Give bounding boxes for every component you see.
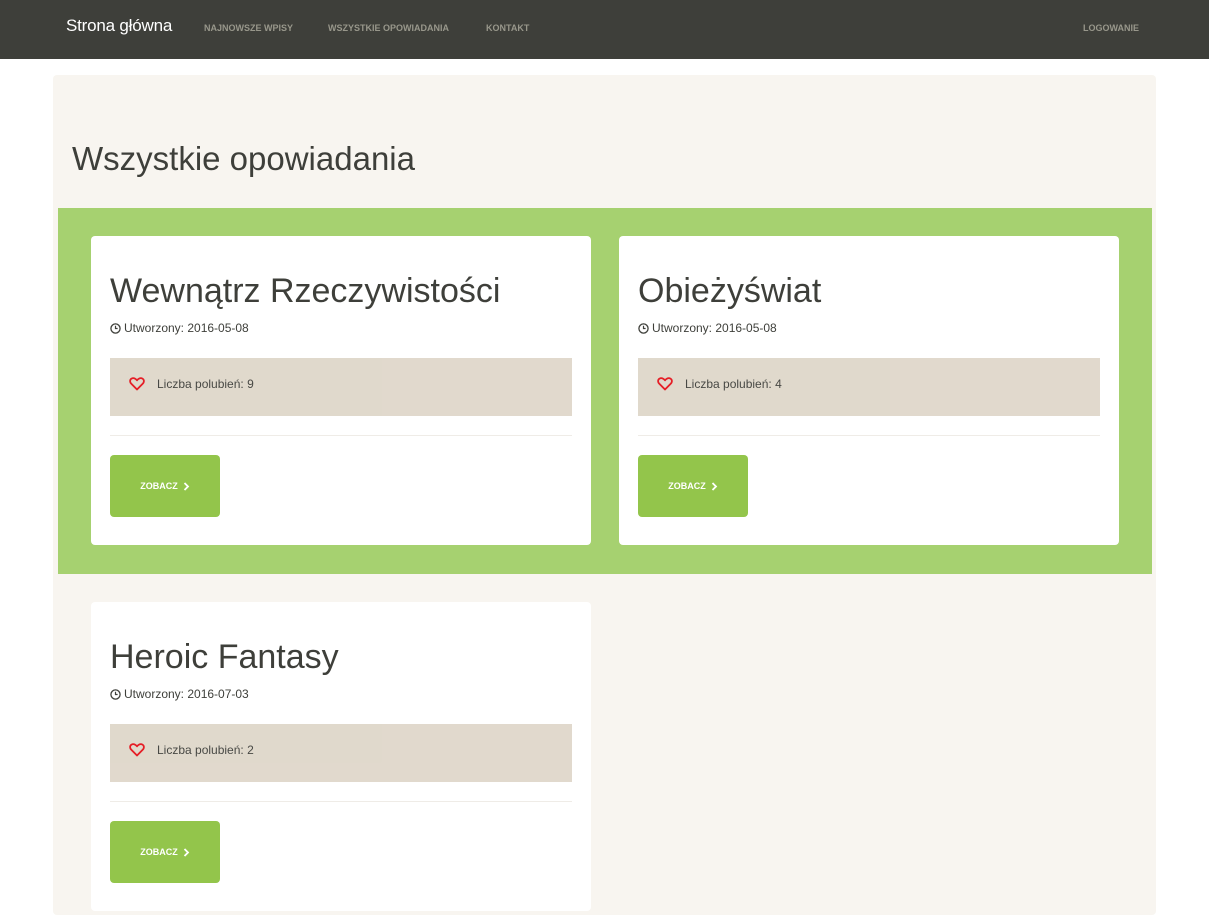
likes-box: Liczba polubień: 2 bbox=[110, 724, 572, 782]
likes-count: Liczba polubień: 4 bbox=[685, 377, 782, 391]
story-created: Utworzony: 2016-05-08 bbox=[110, 321, 249, 335]
nav-contact[interactable]: KONTAKT bbox=[486, 23, 529, 33]
chevron-right-icon bbox=[183, 481, 190, 491]
story-card: Obieżyświat Utworzony: 2016-05-08 Liczba… bbox=[619, 236, 1119, 545]
story-title: Heroic Fantasy bbox=[110, 638, 339, 676]
story-card: Heroic Fantasy Utworzony: 2016-07-03 Lic… bbox=[91, 602, 591, 911]
story-created: Utworzony: 2016-07-03 bbox=[110, 687, 249, 701]
clock-icon bbox=[638, 322, 649, 334]
story-title: Wewnątrz Rzeczywistości bbox=[110, 272, 501, 310]
likes-count: Liczba polubień: 2 bbox=[157, 743, 254, 757]
created-date: Utworzony: 2016-05-08 bbox=[124, 321, 249, 335]
view-button-label: ZOBACZ bbox=[140, 847, 178, 857]
story-title: Obieżyświat bbox=[638, 272, 822, 310]
created-date: Utworzony: 2016-05-08 bbox=[652, 321, 777, 335]
likes-box: Liczba polubień: 4 bbox=[638, 358, 1100, 416]
chevron-right-icon bbox=[711, 481, 718, 491]
heart-icon[interactable] bbox=[657, 377, 673, 391]
chevron-right-icon bbox=[183, 847, 190, 857]
heart-icon[interactable] bbox=[129, 743, 145, 757]
card-divider bbox=[110, 435, 572, 436]
story-card: Wewnątrz Rzeczywistości Utworzony: 2016-… bbox=[91, 236, 591, 545]
nav-all-stories[interactable]: WSZYSTKIE OPOWIADANIA bbox=[328, 23, 449, 33]
clock-icon bbox=[110, 322, 121, 334]
top-navbar: Strona główna NAJNOWSZE WPISY WSZYSTKIE … bbox=[0, 0, 1209, 59]
nav-latest-posts[interactable]: NAJNOWSZE WPISY bbox=[204, 23, 293, 33]
clock-icon bbox=[110, 688, 121, 700]
card-divider bbox=[110, 801, 572, 802]
view-story-button[interactable]: ZOBACZ bbox=[110, 821, 220, 883]
likes-box: Liczba polubień: 9 bbox=[110, 358, 572, 416]
page-title: Wszystkie opowiadania bbox=[72, 140, 415, 177]
story-created: Utworzony: 2016-05-08 bbox=[638, 321, 777, 335]
card-divider bbox=[638, 435, 1100, 436]
view-story-button[interactable]: ZOBACZ bbox=[638, 455, 748, 517]
likes-count: Liczba polubień: 9 bbox=[157, 377, 254, 391]
heart-icon[interactable] bbox=[129, 377, 145, 391]
view-button-label: ZOBACZ bbox=[140, 481, 178, 491]
brand-link[interactable]: Strona główna bbox=[66, 16, 172, 36]
view-button-label: ZOBACZ bbox=[668, 481, 706, 491]
nav-login[interactable]: LOGOWANIE bbox=[1083, 23, 1139, 33]
created-date: Utworzony: 2016-07-03 bbox=[124, 687, 249, 701]
view-story-button[interactable]: ZOBACZ bbox=[110, 455, 220, 517]
